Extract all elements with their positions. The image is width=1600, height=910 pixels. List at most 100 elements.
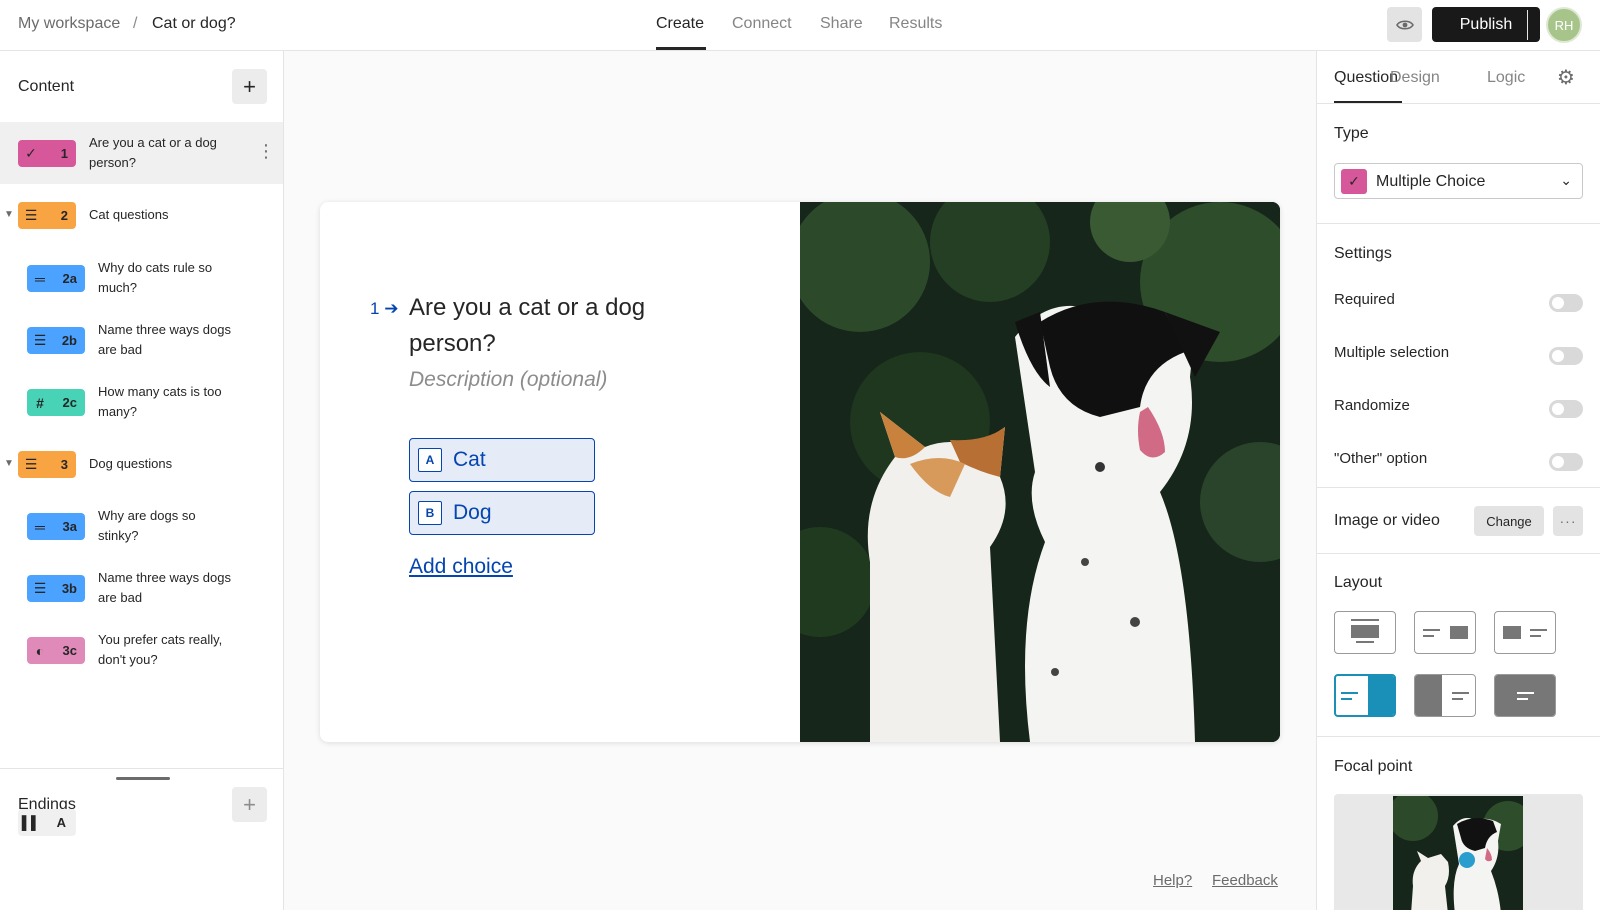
top-bar: My workspace / Cat or dog? Create Connec… [0, 0, 1600, 51]
type-label: Type [1334, 125, 1369, 142]
check-icon: ✓ [1341, 169, 1367, 194]
tab-create[interactable]: Create [656, 15, 704, 33]
question-preview-card: 1 ➔ Are you a cat or a dog person? Descr… [320, 202, 1280, 742]
question-group-2[interactable]: ▼ ☰ 2 Cat questions [0, 184, 283, 246]
tab-logic[interactable]: Logic [1487, 69, 1525, 87]
feedback-link[interactable]: Feedback [1212, 872, 1278, 889]
other-option-toggle[interactable] [1549, 453, 1583, 471]
add-ending-button[interactable]: + [232, 787, 267, 822]
question-badge: ✓ 1 [18, 140, 76, 167]
question-badge: ◐ 3c [27, 637, 85, 664]
group-icon: ☰ [24, 207, 38, 223]
avatar[interactable]: RH [1546, 7, 1582, 43]
tab-share[interactable]: Share [820, 15, 863, 33]
collapse-caret-icon[interactable]: ▼ [4, 458, 14, 469]
layout-split-left-icon [1503, 626, 1547, 639]
setting-required-label: Required [1334, 291, 1395, 308]
layout-split-right-icon [1423, 626, 1468, 639]
help-link[interactable]: Help? [1153, 872, 1192, 889]
layout-option-right-full[interactable] [1334, 674, 1396, 717]
panel-divider [1317, 223, 1600, 224]
gear-icon[interactable]: ⚙ [1557, 65, 1575, 90]
tab-connect[interactable]: Connect [732, 15, 792, 33]
question-type-value: Multiple Choice [1376, 173, 1486, 190]
randomize-toggle[interactable] [1549, 400, 1583, 418]
question-label: Cat questions [89, 207, 169, 222]
focal-point-picker[interactable] [1334, 794, 1583, 910]
cat-and-dog-photo [800, 202, 1280, 742]
layout-option-background[interactable] [1494, 674, 1556, 717]
publish-button[interactable]: Publish [1432, 7, 1540, 42]
add-question-button[interactable]: + [232, 69, 267, 104]
question-label: Name three ways dogs are bad [98, 570, 231, 605]
question-item-3c[interactable]: ◐ 3c You prefer cats really, don't you? [0, 619, 283, 681]
question-item-2c[interactable]: # 2c How many cats is too many? [0, 371, 283, 433]
group-icon: ☰ [24, 456, 38, 472]
focal-point-label: Focal point [1334, 758, 1413, 775]
settings-panel: Question Design Logic ⚙ Type ✓ Multiple … [1316, 51, 1600, 910]
active-tab-indicator [656, 47, 706, 50]
preview-button[interactable] [1387, 7, 1422, 42]
question-badge: ☰ 3b [27, 575, 85, 602]
multiple-selection-toggle[interactable] [1549, 347, 1583, 365]
setting-multiple-selection-label: Multiple selection [1334, 344, 1450, 361]
question-item-1[interactable]: ✓ 1 Are you a cat or a dog person? ⋮ [0, 122, 283, 184]
breadcrumb-form-name[interactable]: Cat or dog? [152, 15, 236, 33]
ending-icon: ▌▌ [21, 815, 41, 830]
long-text-icon: ☰ [33, 332, 47, 348]
layout-option-split-right[interactable] [1414, 611, 1476, 654]
choice-a[interactable]: A Cat [409, 438, 595, 482]
question-item-3a[interactable]: ═ 3a Why are dogs so stinky? [0, 495, 283, 557]
question-badge: ☰ 2b [27, 327, 85, 354]
layout-right-full-icon [1341, 676, 1394, 715]
choice-b[interactable]: B Dog [409, 491, 595, 535]
layout-option-stack[interactable] [1334, 611, 1396, 654]
required-toggle[interactable] [1549, 294, 1583, 312]
question-badge: ═ 2a [27, 265, 85, 292]
collapse-caret-icon[interactable]: ▼ [4, 209, 14, 220]
change-media-button[interactable]: Change [1474, 506, 1544, 536]
media-more-button[interactable]: ··· [1553, 506, 1583, 536]
layout-background-icon [1495, 675, 1555, 716]
focal-point-marker[interactable] [1459, 852, 1475, 868]
resize-handle[interactable] [116, 777, 170, 780]
choice-label: Dog [453, 501, 492, 524]
focal-point-thumbnail [1393, 796, 1523, 910]
question-label: Why do cats rule so much? [98, 260, 213, 295]
question-item-3b[interactable]: ☰ 3b Name three ways dogs are bad [0, 557, 283, 619]
content-sidebar: Content + ✓ 1 Are you a cat or a dog per… [0, 51, 284, 910]
layout-option-split-left[interactable] [1494, 611, 1556, 654]
ending-item-a[interactable]: ▌▌ A [18, 809, 76, 836]
choice-key: B [418, 501, 442, 525]
eye-icon [1395, 19, 1414, 30]
question-item-2a[interactable]: ═ 2a Why do cats rule so much? [0, 247, 283, 309]
breadcrumb-separator: / [133, 15, 138, 32]
question-group-3[interactable]: ▼ ☰ 3 Dog questions [0, 433, 283, 495]
content-heading: Content [18, 78, 75, 95]
sidebar-divider [0, 768, 283, 769]
image-or-video-label: Image or video [1334, 512, 1440, 529]
tab-results[interactable]: Results [889, 15, 942, 33]
tab-question[interactable]: Question [1334, 69, 1398, 87]
question-item-2b[interactable]: ☰ 2b Name three ways dogs are bad [0, 309, 283, 371]
setting-other-option-label: "Other" option [1334, 450, 1428, 467]
question-description[interactable]: Description (optional) [409, 368, 607, 392]
settings-label: Settings [1334, 245, 1392, 262]
question-title[interactable]: Are you a cat or a dog person? [409, 290, 709, 362]
question-type-select[interactable]: ✓ Multiple Choice ⌄ [1334, 163, 1583, 199]
question-badge: ☰ 2 [18, 202, 76, 229]
breadcrumb-workspace[interactable]: My workspace [18, 15, 120, 33]
more-options-icon[interactable]: ⋮ [257, 142, 275, 160]
short-text-icon: ═ [35, 270, 45, 287]
question-badge: ═ 3a [27, 513, 85, 540]
yes-no-icon: ◐ [35, 642, 45, 659]
layout-option-left-full[interactable] [1414, 674, 1476, 717]
arrow-right-icon: ➔ [379, 299, 399, 318]
tab-design[interactable]: Design [1390, 69, 1440, 87]
question-label: Are you a cat or a dog person? [89, 135, 217, 170]
question-label: You prefer cats really, don't you? [98, 632, 223, 667]
layout-label: Layout [1334, 574, 1383, 591]
add-choice-link[interactable]: Add choice [409, 555, 513, 579]
question-number: 1 ➔ [370, 299, 399, 318]
setting-randomize-label: Randomize [1334, 397, 1410, 414]
